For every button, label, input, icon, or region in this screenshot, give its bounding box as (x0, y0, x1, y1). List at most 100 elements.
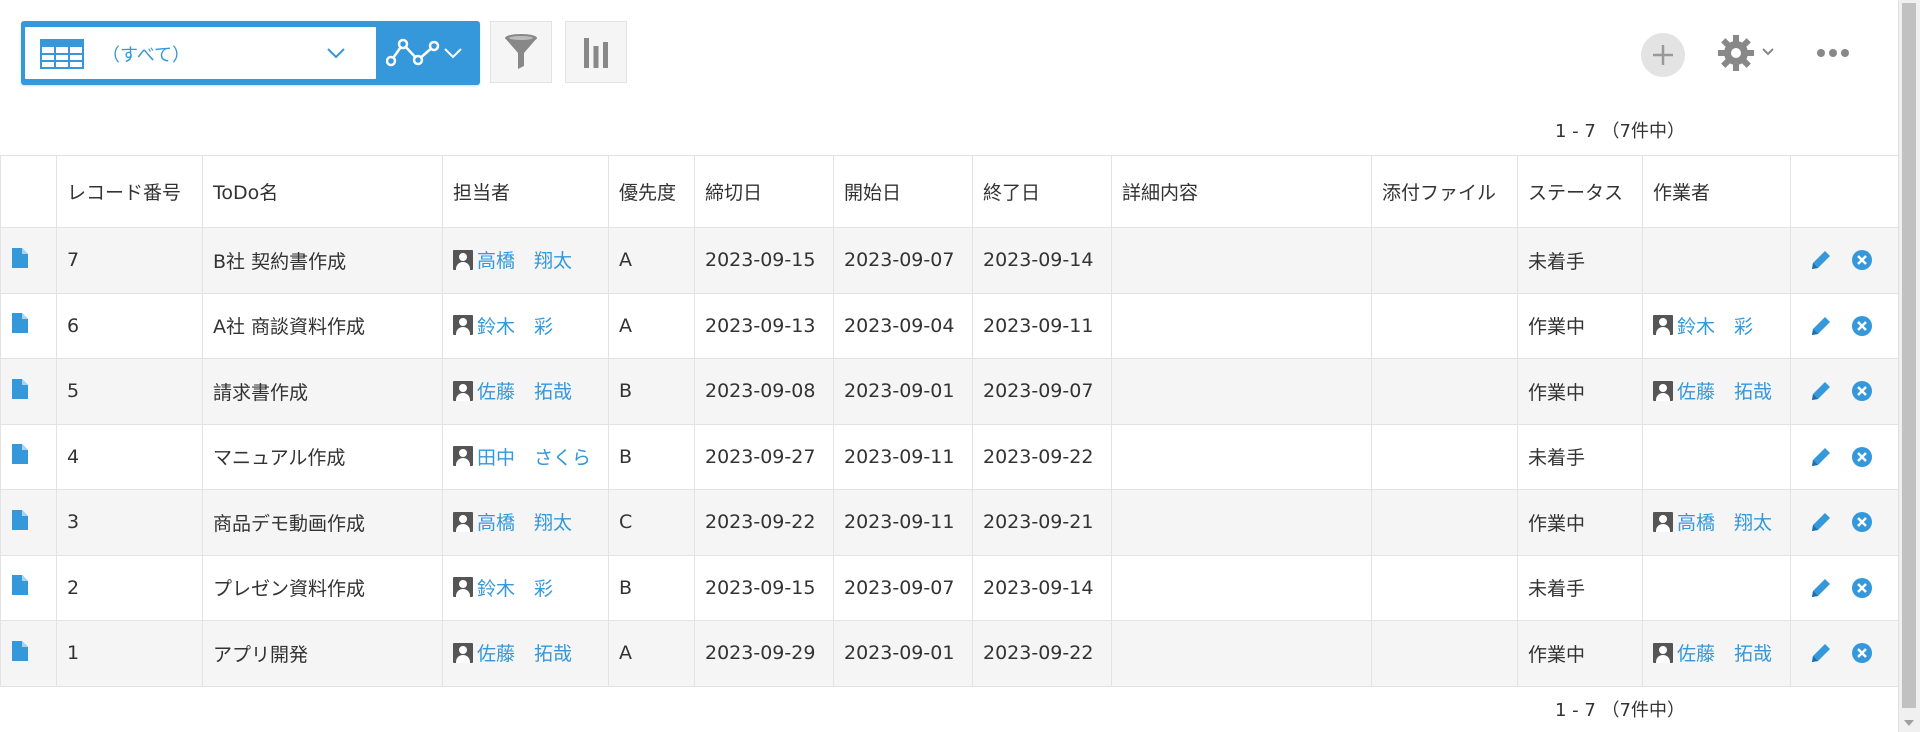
detail-cell (1111, 554, 1372, 621)
header-actions-col (1790, 155, 1900, 228)
todo-name-cell: プレゼン資料作成 (202, 554, 443, 621)
chevron-down-icon (327, 48, 345, 59)
user-link[interactable]: 鈴木 彩 (1653, 312, 1753, 339)
document-icon[interactable] (11, 378, 29, 405)
column-header[interactable]: 終了日 (972, 155, 1112, 228)
start-date-cell: 2023-09-01 (833, 620, 973, 687)
delete-close-icon[interactable] (1851, 380, 1873, 402)
delete-close-icon[interactable] (1851, 315, 1873, 337)
assignee-cell: 鈴木 彩 (442, 292, 609, 359)
status-cell: 作業中 (1517, 292, 1643, 359)
add-record-button[interactable] (1641, 33, 1685, 77)
scrollbar-thumb[interactable] (1902, 3, 1916, 708)
user-link[interactable]: 高橋 翔太 (1653, 508, 1772, 535)
todo-name-cell: A社 商談資料作成 (202, 292, 443, 359)
column-header[interactable]: 添付ファイル (1371, 155, 1518, 228)
record-number-cell: 4 (56, 423, 203, 490)
document-icon[interactable] (11, 312, 29, 339)
document-icon[interactable] (11, 640, 29, 667)
user-link[interactable]: 高橋 翔太 (453, 246, 572, 273)
user-link[interactable]: 佐藤 拓哉 (1653, 377, 1772, 404)
column-header[interactable]: 優先度 (608, 155, 695, 228)
delete-close-icon[interactable] (1851, 642, 1873, 664)
pagination-info-top: 1 - 7 （7件中） (1554, 121, 1685, 142)
edit-pencil-icon[interactable] (1809, 314, 1833, 338)
column-header[interactable]: 開始日 (833, 155, 973, 228)
user-link[interactable]: 佐藤 拓哉 (453, 377, 572, 404)
record-number-cell: 1 (56, 620, 203, 687)
graph-button[interactable] (565, 21, 627, 83)
record-number-cell: 2 (56, 554, 203, 621)
priority-cell: B (608, 554, 695, 621)
assignee-cell: 高橋 翔太 (442, 227, 609, 294)
column-header[interactable]: ステータス (1517, 155, 1643, 228)
table-row: 5 請求書作成 佐藤 拓哉 B 2023-09-08 2023-09-01 2023-09-… (0, 358, 1900, 425)
plus-icon (1653, 45, 1673, 65)
scroll-down-arrow-icon[interactable] (1904, 720, 1914, 726)
vertical-scrollbar[interactable] (1898, 0, 1920, 732)
record-number-cell: 7 (56, 227, 203, 294)
user-name: 高橋 翔太 (477, 250, 573, 272)
worker-cell (1642, 554, 1791, 621)
more-options-icon[interactable] (1816, 48, 1850, 58)
edit-pencil-icon[interactable] (1809, 445, 1833, 469)
chevron-down-icon[interactable] (444, 48, 462, 59)
edit-pencil-icon[interactable] (1809, 510, 1833, 534)
detail-cell (1111, 489, 1372, 556)
attachment-cell (1371, 292, 1518, 359)
user-link[interactable]: 佐藤 拓哉 (453, 639, 572, 666)
view-switcher: （すべて） (21, 21, 480, 85)
gear-icon[interactable] (1717, 34, 1755, 72)
delete-close-icon[interactable] (1851, 577, 1873, 599)
user-icon (453, 511, 473, 532)
user-name: 鈴木 彩 (477, 577, 554, 600)
edit-pencil-icon[interactable] (1809, 576, 1833, 600)
todo-name-cell: マニュアル作成 (202, 423, 443, 490)
delete-close-icon[interactable] (1851, 511, 1873, 533)
chevron-down-icon[interactable] (1762, 48, 1774, 56)
worker-cell: 佐藤 拓哉 (1642, 358, 1791, 425)
filter-button[interactable] (490, 21, 552, 83)
user-name: 田中 さくら (477, 446, 592, 469)
row-actions-cell (1790, 292, 1900, 359)
deadline-cell: 2023-09-27 (694, 423, 834, 490)
detail-cell (1111, 620, 1372, 687)
user-name: 佐藤 拓哉 (477, 643, 573, 665)
edit-pencil-icon[interactable] (1809, 641, 1833, 665)
start-date-cell: 2023-09-07 (833, 227, 973, 294)
attachment-cell (1371, 227, 1518, 294)
column-header[interactable]: 作業者 (1642, 155, 1791, 228)
edit-pencil-icon[interactable] (1809, 248, 1833, 272)
user-name: 佐藤 拓哉 (477, 381, 573, 403)
end-date-cell: 2023-09-21 (972, 489, 1112, 556)
user-link[interactable]: 田中 さくら (453, 443, 591, 470)
pagination-info-bottom: 1 - 7 （7件中） (1554, 700, 1685, 721)
column-header[interactable]: ToDo名 (202, 155, 443, 228)
records-table: レコード番号 ToDo名 担当者 優先度 締切日 開始日 終了日 詳細内容 添付… (0, 155, 1900, 687)
user-link[interactable]: 佐藤 拓哉 (1653, 639, 1772, 666)
assignee-cell: 佐藤 拓哉 (442, 620, 609, 687)
column-header[interactable]: 締切日 (694, 155, 834, 228)
user-name: 佐藤 拓哉 (1677, 643, 1773, 665)
user-link[interactable]: 鈴木 彩 (453, 574, 553, 601)
user-icon (453, 249, 473, 270)
column-header[interactable]: 詳細内容 (1111, 155, 1372, 228)
user-icon (453, 642, 473, 663)
document-icon[interactable] (11, 247, 29, 274)
view-select-dropdown[interactable]: （すべて） (25, 27, 376, 79)
priority-cell: B (608, 423, 695, 490)
delete-close-icon[interactable] (1851, 446, 1873, 468)
graph-icon[interactable] (386, 35, 440, 71)
column-header[interactable]: レコード番号 (56, 155, 203, 228)
record-detail-cell (0, 292, 57, 359)
status-cell: 未着手 (1517, 227, 1643, 294)
assignee-cell: 田中 さくら (442, 423, 609, 490)
user-link[interactable]: 鈴木 彩 (453, 312, 553, 339)
document-icon[interactable] (11, 509, 29, 536)
document-icon[interactable] (11, 443, 29, 470)
edit-pencil-icon[interactable] (1809, 379, 1833, 403)
user-link[interactable]: 高橋 翔太 (453, 508, 572, 535)
document-icon[interactable] (11, 574, 29, 601)
delete-close-icon[interactable] (1851, 249, 1873, 271)
column-header[interactable]: 担当者 (442, 155, 609, 228)
